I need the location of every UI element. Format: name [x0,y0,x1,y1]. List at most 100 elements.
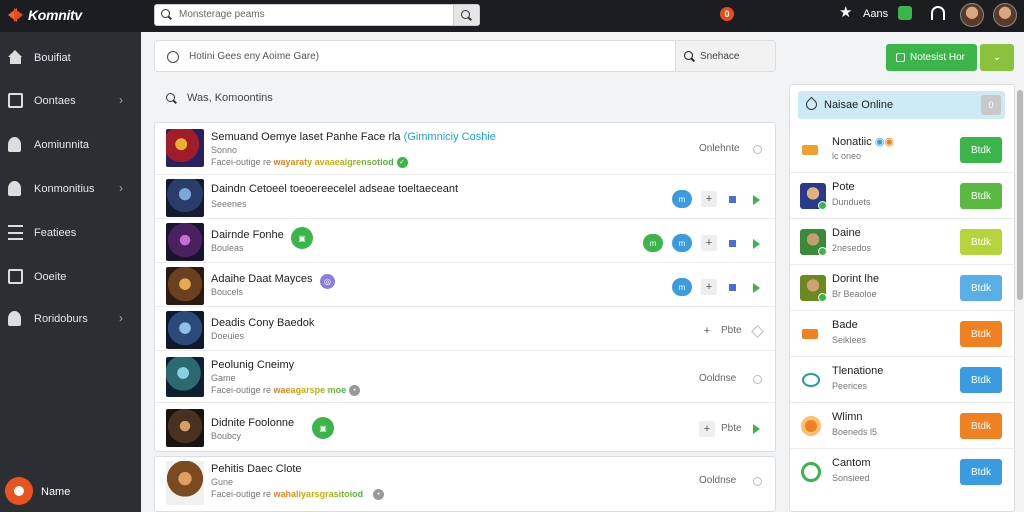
online-user-row[interactable]: Dorint lhe Br Beaoloe Btdk [790,265,1014,311]
game-thumbnail[interactable] [166,461,204,505]
star-icon[interactable]: ★ [839,5,852,21]
item-title[interactable]: Daindn Cetoeel toeoereecelel adseae toel… [211,183,458,195]
add-button[interactable]: + [701,279,717,295]
game-thumbnail[interactable] [166,223,204,261]
accept-button[interactable]: m [643,234,663,252]
play-icon[interactable] [753,424,760,434]
user-action-button[interactable]: Btdk [960,459,1002,485]
notify-dropdown-button[interactable]: ⌄ [980,44,1014,71]
item-meta: Facei-outige re wayaraty avaaeaigrensoti… [211,157,408,169]
main-search-button[interactable]: Snehace [675,41,775,71]
sidebar-user-avatar[interactable] [5,477,33,505]
user-action-button[interactable]: Btdk [960,229,1002,255]
user-action-button[interactable]: Btdk [960,367,1002,393]
list-item[interactable]: Deadis Cony Baedok Doeuies + Pbte [155,307,775,351]
online-user-row[interactable]: Cantom Sonsieed Btdk [790,449,1014,495]
play-icon[interactable] [753,195,760,205]
bell-icon[interactable] [753,375,762,384]
list-item[interactable]: Dairnde Fonhe ▣ Bouleas m m + [155,219,775,263]
join-button[interactable]: m [672,190,692,208]
item-title[interactable]: Dairnde Fonhe [211,229,284,241]
sidebar-item-roridoburs[interactable]: Roridoburs › [0,308,141,330]
online-user-row[interactable]: Daine 2nesedos Btdk [790,219,1014,265]
online-user-row[interactable]: Nonatiic ◉◉ lc oneo Btdk [790,127,1014,173]
list-item[interactable]: Semuand Oemye laset Panhe Face rla (Gimm… [155,123,775,175]
scrollbar-thumb[interactable] [1017,90,1023,300]
item-title[interactable]: Didnite Foolonne [211,417,294,429]
item-title[interactable]: Deadis Cony Baedok [211,317,314,329]
list-item[interactable]: Peolunig Cneimy Game Facei-outige re wae… [155,351,775,403]
list-item[interactable]: Adaihe Daat Mayces ◎ Boucels m + [155,263,775,307]
list-item[interactable]: Pehitis Daec Clote Gune Facei-outige re … [155,457,775,511]
online-user-row[interactable]: Tlenatione Peerices Btdk [790,357,1014,403]
top-search-button[interactable] [453,5,479,25]
game-thumbnail[interactable] [166,267,204,305]
user-avatar[interactable] [960,3,984,27]
user-action-button[interactable]: Btdk [960,275,1002,301]
top-search-bar[interactable]: Monsterage peams [154,4,480,26]
main-search-bar[interactable]: Hotini Gees eny Aoime Gare) Snehace [154,40,776,72]
notify-button[interactable]: Notesist Hor [886,44,977,71]
user-action-button[interactable]: Btdk [960,183,1002,209]
sidebar-item-label: Ooeite [34,271,67,283]
online-count-badge[interactable]: 0 [981,95,1001,115]
section-title: Was, Komoontins [187,92,273,104]
online-user-row[interactable]: Wlimn Boeneds l5 Btdk [790,403,1014,449]
sidebar-user-name[interactable]: Name [41,486,70,498]
notification-icon[interactable] [898,6,912,20]
item-title[interactable]: Semuand Oemye laset Panhe Face rla (Gimm… [211,131,496,143]
add-button[interactable]: + [699,323,715,339]
list-item[interactable]: Didnite Foolonne ▣ Boubcy + Pbte [155,403,775,451]
user-action-button[interactable]: Btdk [960,137,1002,163]
top-search-input[interactable]: Monsterage peams [179,9,265,20]
add-button[interactable]: + [699,421,715,437]
game-thumbnail[interactable] [166,409,204,447]
item-title[interactable]: Adaihe Daat Mayces [211,273,313,285]
item-title[interactable]: Peolunig Cneimy [211,359,294,371]
user-avatar [800,413,826,439]
clock-icon: • [373,489,385,501]
game-thumbnail[interactable] [166,179,204,217]
stop-icon[interactable] [729,284,736,291]
list-item[interactable]: Daindn Cetoeel toeoereecelel adseae toel… [155,175,775,219]
sidebar-item-communities[interactable]: Aomiunnita [0,134,141,156]
list-icon [8,225,23,240]
alert-icon[interactable]: 0 [720,7,734,21]
info-badge-icon: ◎ [320,274,335,289]
item-subtitle: Sonno [211,145,238,155]
sidebar-item-contacts[interactable]: Oontaes › [0,90,141,112]
game-list: Semuand Oemye laset Panhe Face rla (Gimm… [154,122,776,452]
sidebar-item-home[interactable]: Bouifiat [0,47,141,69]
user-action-button[interactable]: Btdk [960,321,1002,347]
sidebar-item-label: Roridoburs [34,313,88,325]
bookmark-icon[interactable] [751,325,764,338]
monitor-icon [8,269,23,284]
sidebar-item-ooeite[interactable]: Ooeite [0,266,141,288]
main-search-input[interactable]: Hotini Gees eny Aoime Gare) [189,51,319,62]
play-icon[interactable] [753,239,760,249]
join-button[interactable]: m [672,278,692,296]
app-logo[interactable]: Komnitv [8,5,82,25]
game-thumbnail[interactable] [166,311,204,349]
add-button[interactable]: + [701,235,717,251]
bell-icon[interactable] [753,477,762,486]
sidebar-item-label: Aomiunnita [34,139,90,151]
sidebar-item-features[interactable]: Featiees [0,222,141,244]
user-name: Cantom [832,457,871,469]
add-button[interactable]: + [701,191,717,207]
bell-icon[interactable] [753,145,762,154]
item-title[interactable]: Pehitis Daec Clote [211,463,302,475]
user-avatar-secondary[interactable] [993,3,1017,27]
top-user-label[interactable]: Aans [863,8,888,20]
stop-icon[interactable] [729,240,736,247]
game-thumbnail[interactable] [166,129,204,167]
headset-icon[interactable] [931,6,945,20]
play-icon[interactable] [753,283,760,293]
online-user-row[interactable]: Pote Dunduets Btdk [790,173,1014,219]
user-action-button[interactable]: Btdk [960,413,1002,439]
game-thumbnail[interactable] [166,357,204,397]
stop-icon[interactable] [729,196,736,203]
join-button[interactable]: m [672,234,692,252]
sidebar-item-konmonitius[interactable]: Konmonitius › [0,178,141,200]
online-user-row[interactable]: Bade Seiklees Btdk [790,311,1014,357]
